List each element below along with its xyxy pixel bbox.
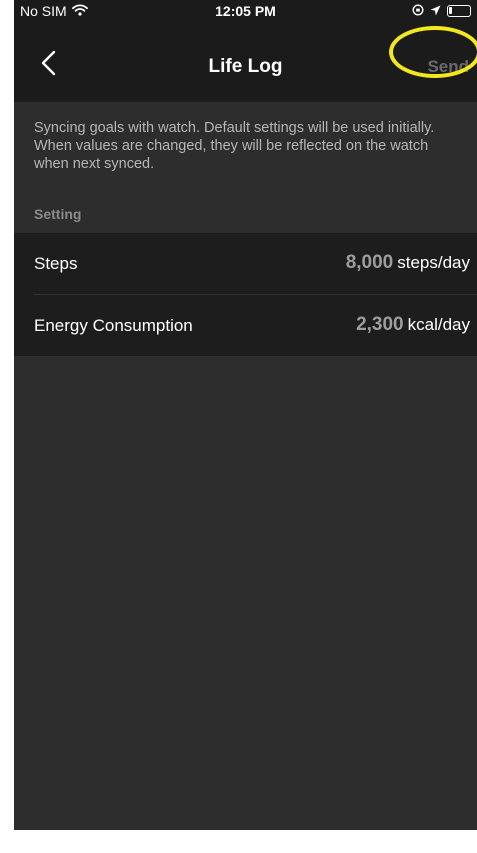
steps-unit: steps/day [397, 253, 470, 272]
location-arrow-icon [430, 3, 441, 19]
page-title: Life Log [208, 56, 283, 77]
energy-row[interactable]: Energy Consumption 2,300 kcal/day [14, 295, 477, 356]
steps-value: 8,000 steps/day [346, 252, 470, 274]
section-header: Setting [34, 206, 82, 222]
energy-unit: kcal/day [407, 315, 470, 334]
energy-value: 2,300 kcal/day [356, 314, 470, 336]
app-screen: No SIM 12:05 PM Life Log Send Syncing go… [14, 0, 477, 830]
navigation-bar: Life Log Send [14, 22, 477, 102]
orientation-lock-icon [412, 3, 424, 19]
send-button[interactable]: Send [427, 57, 469, 77]
status-right [412, 3, 471, 19]
sync-info-text: Syncing goals with watch. Default settin… [34, 120, 435, 172]
steps-number: 8,000 [345, 252, 394, 273]
steps-row[interactable]: Steps 8,000 steps/day [14, 233, 477, 294]
status-bar: No SIM 12:05 PM [14, 0, 477, 22]
steps-label: Steps [34, 254, 78, 273]
settings-group: Steps 8,000 steps/day Energy Consumption… [14, 233, 477, 356]
battery-icon [447, 5, 471, 17]
energy-label: Energy Consumption [34, 316, 193, 335]
energy-number: 2,300 [356, 314, 404, 335]
status-time: 12:05 PM [215, 3, 276, 19]
